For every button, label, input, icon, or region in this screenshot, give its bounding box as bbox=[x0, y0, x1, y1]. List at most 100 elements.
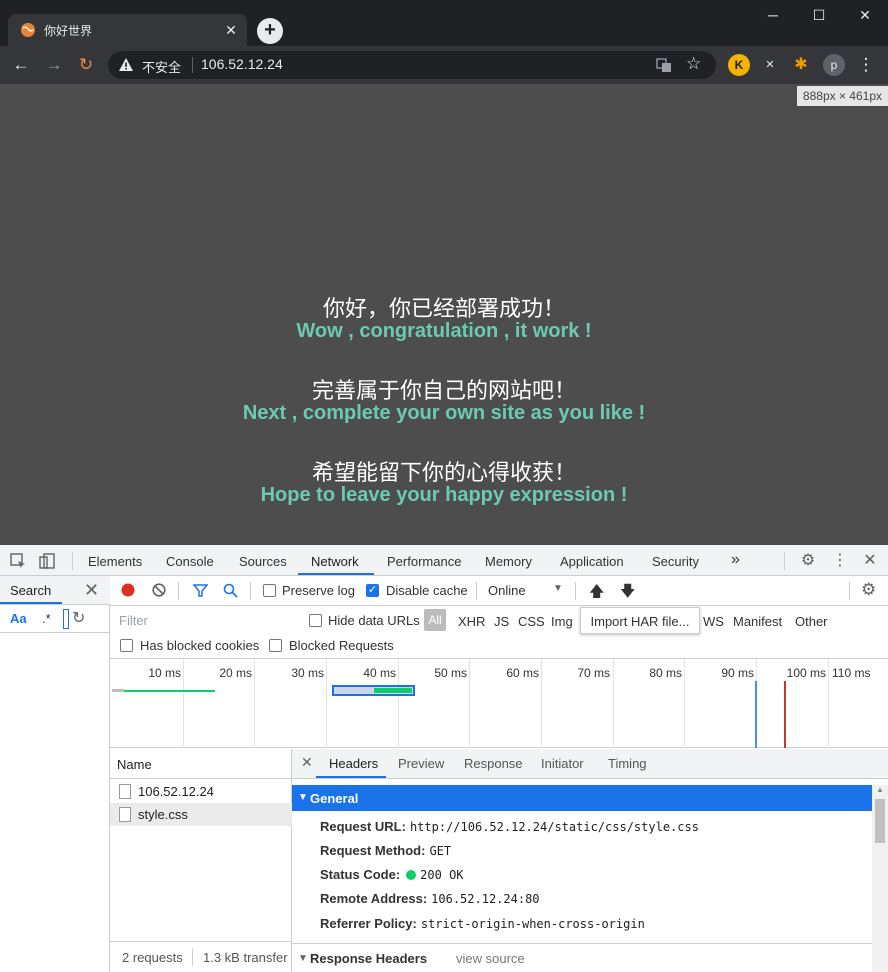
scrollbar-thumb[interactable] bbox=[875, 799, 885, 843]
extension-k-icon[interactable]: K bbox=[728, 54, 750, 76]
tab-performance[interactable]: Performance bbox=[387, 554, 461, 569]
has-blocked-cookies-checkbox[interactable] bbox=[120, 639, 133, 652]
more-tabs-icon[interactable]: » bbox=[731, 551, 740, 569]
preserve-log-label[interactable]: Preserve log bbox=[282, 583, 355, 598]
filter-type-manifest[interactable]: Manifest bbox=[733, 614, 782, 629]
filter-input[interactable]: Filter bbox=[115, 610, 295, 630]
tab-elements[interactable]: Elements bbox=[88, 554, 142, 569]
separator bbox=[178, 582, 179, 600]
blocked-requests-checkbox[interactable] bbox=[269, 639, 282, 652]
device-toolbar-icon[interactable] bbox=[38, 552, 56, 570]
general-section-header[interactable]: ▼ General bbox=[292, 785, 872, 811]
preserve-log-checkbox[interactable] bbox=[263, 584, 276, 597]
request-list: Name 106.52.12.24 style.css 2 requests 1… bbox=[110, 749, 292, 972]
settings-gear-icon[interactable]: ⚙ bbox=[799, 552, 817, 570]
filter-type-all[interactable]: All bbox=[424, 609, 446, 631]
hide-data-urls-checkbox[interactable] bbox=[309, 614, 322, 627]
disable-cache-checkbox[interactable]: ✓ bbox=[366, 584, 379, 597]
response-headers-section[interactable]: ▼ Response Headers view source bbox=[292, 943, 872, 972]
viewport-size-badge: 888px × 461px bbox=[796, 86, 888, 106]
tab-security[interactable]: Security bbox=[652, 554, 699, 569]
header-key: Referrer Policy: bbox=[320, 916, 417, 931]
timeline-tick-label: 100 ms bbox=[786, 666, 826, 680]
search-tab[interactable]: Search bbox=[10, 583, 51, 598]
tab-response[interactable]: Response bbox=[464, 756, 523, 771]
chevron-down-icon[interactable]: ▼ bbox=[553, 583, 563, 594]
security-label[interactable]: 不安全 bbox=[142, 57, 181, 76]
tab-headers[interactable]: Headers bbox=[329, 756, 378, 771]
tab-application[interactable]: Application bbox=[560, 554, 624, 569]
tab-timing[interactable]: Timing bbox=[608, 756, 647, 771]
forward-button[interactable]: → bbox=[43, 54, 65, 76]
close-devtools-icon[interactable]: ✕ bbox=[861, 552, 879, 570]
url-text[interactable]: 106.52.12.24 bbox=[201, 56, 283, 72]
tab-sources[interactable]: Sources bbox=[239, 554, 287, 569]
timeline-gridline bbox=[254, 659, 255, 748]
tab-memory[interactable]: Memory bbox=[485, 554, 532, 569]
timeline-tick-label: 80 ms bbox=[649, 666, 682, 680]
browser-titlebar: 你好世界 ✕ + ─ ☐ ✕ bbox=[0, 0, 888, 46]
close-window-button[interactable]: ✕ bbox=[842, 0, 888, 30]
details-scrollbar[interactable]: ▲ bbox=[872, 785, 888, 972]
header-value: 200 OK bbox=[420, 868, 464, 882]
reload-button[interactable]: ↻ bbox=[75, 54, 97, 76]
search-icon[interactable] bbox=[223, 583, 238, 598]
back-button[interactable]: ← bbox=[10, 54, 32, 76]
clear-icon[interactable] bbox=[152, 583, 166, 597]
tab-initiator[interactable]: Initiator bbox=[541, 756, 584, 771]
minimize-button[interactable]: ─ bbox=[750, 0, 796, 30]
hide-data-urls-label[interactable]: Hide data URLs bbox=[328, 613, 420, 628]
browser-menu-icon[interactable]: ⋮ bbox=[855, 54, 877, 76]
throttling-select[interactable]: Online bbox=[488, 583, 526, 598]
filter-type-ws[interactable]: WS bbox=[703, 614, 724, 629]
filter-icon[interactable] bbox=[193, 583, 208, 598]
refresh-icon[interactable]: ↻ bbox=[72, 608, 85, 628]
tab-preview[interactable]: Preview bbox=[398, 756, 444, 771]
filter-type-js[interactable]: JS bbox=[494, 614, 509, 629]
network-filter-bar: Filter Hide data URLs All XHR JS CSS Img… bbox=[110, 606, 888, 659]
close-search-icon[interactable]: ✕ bbox=[84, 580, 99, 601]
network-overview-timeline[interactable]: 10 ms 20 ms 30 ms 40 ms 50 ms 60 ms 70 m… bbox=[110, 659, 888, 748]
has-blocked-cookies-label[interactable]: Has blocked cookies bbox=[140, 638, 259, 653]
header-value: strict-origin-when-cross-origin bbox=[420, 917, 645, 931]
active-tab-indicator bbox=[0, 602, 62, 604]
close-details-icon[interactable]: ✕ bbox=[301, 754, 313, 771]
more-options-icon[interactable]: ⋮ bbox=[831, 552, 849, 570]
network-settings-gear-icon[interactable]: ⚙ bbox=[861, 580, 876, 600]
extension-x-icon[interactable]: ✕ bbox=[759, 54, 781, 76]
import-har-icon[interactable]: 🡅 bbox=[589, 581, 604, 606]
header-value: GET bbox=[429, 844, 452, 858]
maximize-button[interactable]: ☐ bbox=[796, 0, 842, 30]
tab-console[interactable]: Console bbox=[166, 554, 214, 569]
puzzle-icon[interactable]: ✱ bbox=[790, 54, 812, 76]
browser-tab[interactable]: 你好世界 ✕ bbox=[8, 14, 247, 46]
filter-type-css[interactable]: CSS bbox=[518, 614, 545, 629]
search-input[interactable] bbox=[63, 609, 69, 629]
request-row-selected[interactable]: style.css bbox=[110, 803, 292, 826]
filter-type-xhr[interactable]: XHR bbox=[458, 614, 485, 629]
export-har-icon[interactable]: 🡇 bbox=[620, 581, 635, 606]
header-key: Request Method: bbox=[320, 843, 426, 858]
scroll-up-arrow-icon[interactable]: ▲ bbox=[876, 785, 884, 794]
filter-type-other[interactable]: Other bbox=[795, 614, 828, 629]
bookmark-star-icon[interactable]: ☆ bbox=[686, 54, 701, 74]
filter-type-img[interactable]: Img bbox=[551, 614, 573, 629]
match-case-toggle[interactable]: Aa bbox=[10, 611, 27, 626]
tab-close-icon[interactable]: ✕ bbox=[223, 22, 239, 38]
blocked-requests-label[interactable]: Blocked Requests bbox=[289, 638, 394, 653]
request-row[interactable]: 106.52.12.24 bbox=[110, 780, 292, 803]
view-source-link[interactable]: view source bbox=[456, 951, 525, 966]
regex-toggle[interactable]: .* bbox=[42, 611, 51, 626]
profile-avatar[interactable]: p bbox=[823, 54, 845, 76]
timeline-gridline bbox=[398, 659, 399, 748]
record-icon[interactable] bbox=[121, 583, 135, 597]
address-bar[interactable]: 不安全 106.52.12.24 ☆ bbox=[108, 51, 716, 79]
document-icon bbox=[119, 784, 131, 799]
stylesheet-icon bbox=[119, 807, 131, 822]
translate-icon[interactable] bbox=[656, 57, 672, 73]
new-tab-button[interactable]: + bbox=[257, 18, 283, 44]
disable-cache-label[interactable]: Disable cache bbox=[386, 583, 468, 598]
tab-network[interactable]: Network bbox=[311, 554, 359, 569]
name-column-header[interactable]: Name bbox=[110, 749, 292, 779]
inspect-element-icon[interactable] bbox=[9, 552, 27, 570]
